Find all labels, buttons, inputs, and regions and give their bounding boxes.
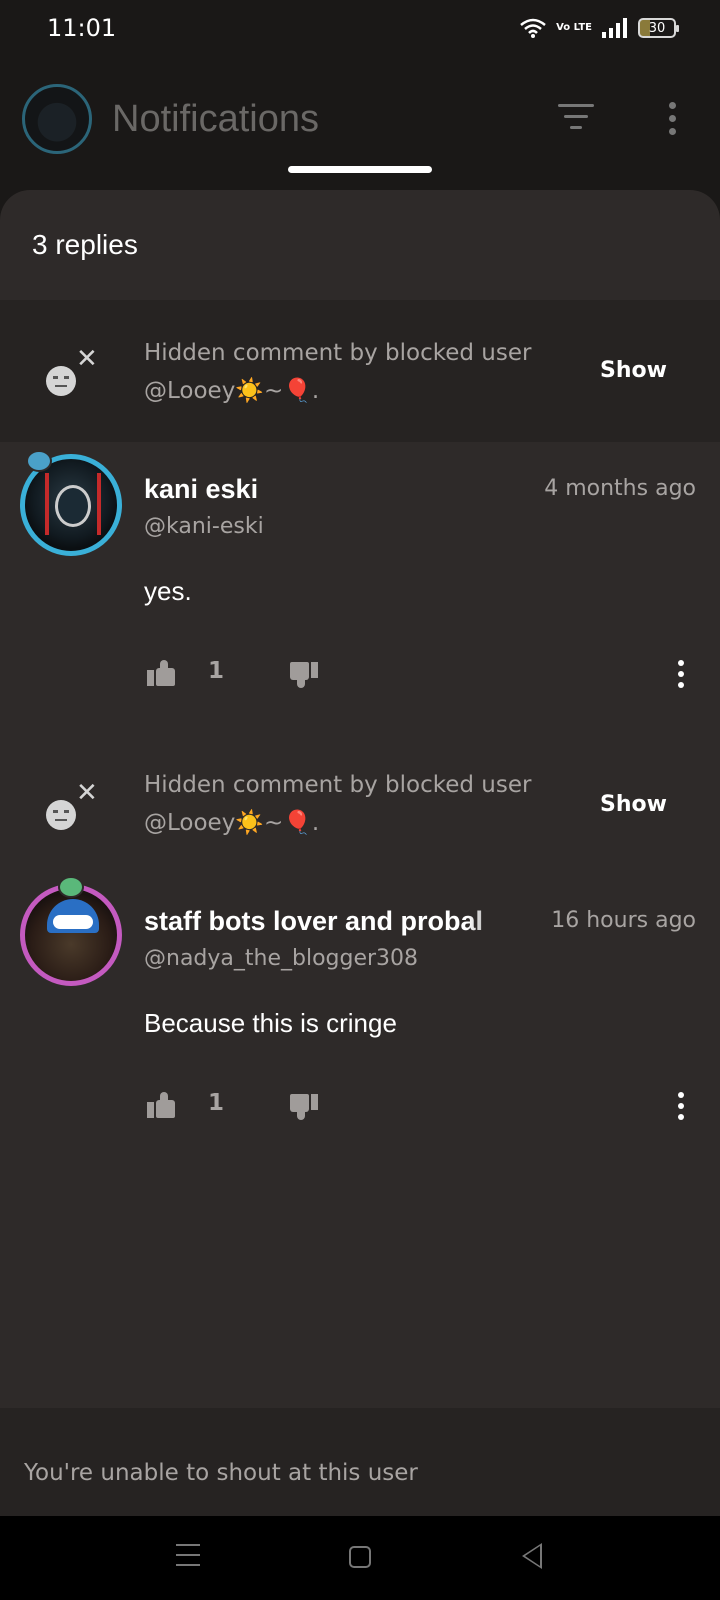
status-bar: 11:01 Vo LTE 30 bbox=[0, 0, 720, 64]
comment-author-name[interactable]: staff bots lover and probal bbox=[144, 906, 524, 937]
user-avatar[interactable] bbox=[20, 884, 122, 986]
status-icons: Vo LTE 30 bbox=[520, 18, 679, 38]
hidden-comment: ✕ Hidden comment by blocked user @Looey☀… bbox=[0, 302, 720, 442]
comment-author-handle[interactable]: @kani-eski bbox=[144, 514, 264, 539]
comment-author-handle[interactable]: @nadya_the_blogger308 bbox=[144, 946, 418, 971]
signal-icon bbox=[602, 18, 627, 38]
status-time: 11:01 bbox=[47, 14, 117, 42]
sheet-drag-handle[interactable] bbox=[288, 166, 432, 173]
app-bar: Notifications bbox=[0, 64, 720, 188]
hidden-comment-text: Hidden comment by blocked user @Looey☀️~… bbox=[144, 340, 532, 404]
blocked-user-icon: ✕ bbox=[46, 778, 106, 834]
like-icon[interactable] bbox=[147, 660, 175, 686]
battery-icon: 30 bbox=[638, 18, 679, 38]
profile-avatar[interactable] bbox=[22, 84, 92, 154]
replies-count-header: 3 replies bbox=[0, 190, 720, 302]
dislike-icon[interactable] bbox=[290, 662, 318, 688]
like-count: 1 bbox=[208, 658, 225, 684]
home-icon[interactable] bbox=[349, 1546, 371, 1568]
hidden-comment-text: Hidden comment by blocked user @Looey☀️~… bbox=[144, 772, 532, 836]
shout-disabled-message: You're unable to shout at this user bbox=[24, 1460, 418, 1486]
more-options-icon[interactable] bbox=[660, 102, 684, 142]
comment-options-icon[interactable] bbox=[678, 1092, 684, 1120]
system-navigation-bar bbox=[0, 1516, 720, 1600]
comment-body: yes. bbox=[144, 576, 192, 606]
filter-icon[interactable] bbox=[556, 104, 596, 136]
show-hidden-comment-button[interactable]: Show bbox=[600, 792, 667, 817]
volte-indicator: Vo LTE bbox=[556, 22, 592, 33]
comment-timestamp: 16 hours ago bbox=[551, 908, 696, 933]
dislike-icon[interactable] bbox=[290, 1094, 318, 1120]
wifi-icon bbox=[520, 18, 546, 38]
avatar-badge-icon bbox=[58, 876, 84, 898]
avatar-badge-icon bbox=[26, 450, 52, 472]
comment-item: kani eski 4 months ago @kani-eski yes. 1 bbox=[0, 442, 720, 742]
comment-body: Because this is cringe bbox=[144, 1008, 397, 1038]
hidden-comment: ✕ Hidden comment by blocked user @Looey☀… bbox=[0, 742, 720, 882]
show-hidden-comment-button[interactable]: Show bbox=[600, 358, 667, 383]
comment-item: staff bots lover and probal 16 hours ago… bbox=[0, 876, 720, 1182]
comment-options-icon[interactable] bbox=[678, 660, 684, 688]
like-count: 1 bbox=[208, 1090, 225, 1116]
page-title: Notifications bbox=[112, 98, 319, 140]
recent-apps-icon[interactable] bbox=[176, 1544, 200, 1574]
comment-timestamp: 4 months ago bbox=[544, 476, 696, 501]
back-icon[interactable] bbox=[522, 1543, 542, 1569]
comment-author-name[interactable]: kani eski bbox=[144, 474, 524, 505]
replies-sheet: 3 replies ✕ Hidden comment by blocked us… bbox=[0, 190, 720, 1516]
like-icon[interactable] bbox=[147, 1092, 175, 1118]
blocked-user-icon: ✕ bbox=[46, 344, 106, 400]
